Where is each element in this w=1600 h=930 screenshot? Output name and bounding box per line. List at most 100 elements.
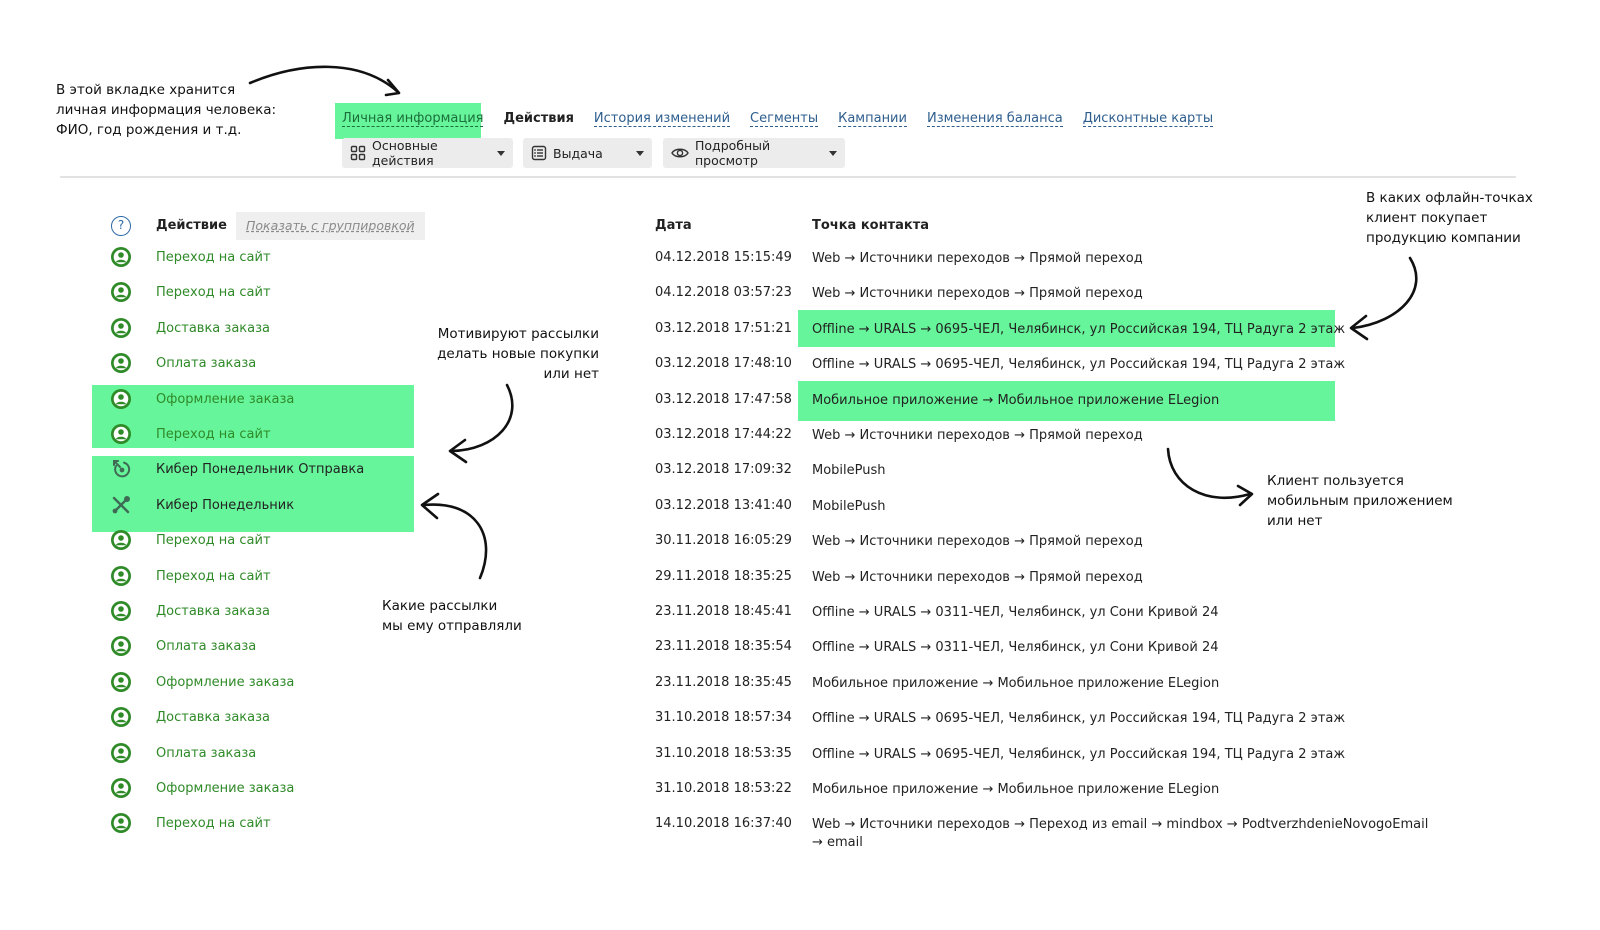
contact-point: Web → Источники переходов → Прямой перех… <box>812 534 1143 550</box>
contact-point: Web → Источники переходов → Прямой перех… <box>812 569 1143 585</box>
action-link[interactable]: Оформление заказа <box>156 675 294 690</box>
tools-icon <box>110 494 132 516</box>
action-link[interactable]: Оплата заказа <box>156 356 256 371</box>
chevron-down-icon <box>829 150 837 156</box>
table-row[interactable]: Кибер Понедельник Отправка 03.12.2018 17:… <box>0 452 1600 487</box>
action-link[interactable]: Оплата заказа <box>156 639 256 654</box>
action-link[interactable]: Кибер Понедельник Отправка <box>156 462 364 477</box>
user-icon <box>110 671 132 693</box>
user-icon <box>110 281 132 303</box>
action-link[interactable]: Переход на сайт <box>156 285 271 300</box>
main-actions-dropdown[interactable]: Основные действия <box>342 138 513 168</box>
user-icon <box>110 706 132 728</box>
output-dropdown[interactable]: Выдача <box>523 138 652 168</box>
user-icon <box>110 812 132 834</box>
tab-segments[interactable]: Сегменты <box>750 111 819 127</box>
action-link[interactable]: Кибер Понедельник <box>156 498 294 513</box>
tab-actions[interactable]: Действия <box>503 112 573 126</box>
action-link[interactable]: Переход на сайт <box>156 250 271 265</box>
action-date: 03.12.2018 13:41:40 <box>655 497 792 513</box>
table-row[interactable]: Оформление заказа 23.11.2018 18:35:45 Моби… <box>0 665 1600 700</box>
user-icon <box>110 600 132 622</box>
group-toggle-button[interactable]: Показать с группировкой <box>236 212 425 240</box>
user-icon <box>110 352 132 374</box>
user-icon <box>110 742 132 764</box>
user-icon <box>110 423 132 445</box>
column-header-contact-point: Точка контакта <box>812 218 930 233</box>
action-link[interactable]: Оформление заказа <box>156 392 294 407</box>
action-link[interactable]: Переход на сайт <box>156 427 271 442</box>
annotation-personal-info: В этой вкладке хранится личная информаци… <box>56 82 277 138</box>
table-row[interactable]: Переход на сайт 04.12.2018 03:57:23 Web → … <box>0 275 1600 310</box>
table-row[interactable]: Доставка заказа 23.11.2018 18:45:41 Offlin… <box>0 594 1600 629</box>
contact-point: Web → Источники переходов → Прямой перех… <box>812 286 1143 302</box>
table-row[interactable]: Оформление заказа 03.12.2018 17:47:58 Моби… <box>0 382 1600 417</box>
contact-point: Мобильное приложение → Мобильное приложе… <box>812 392 1220 408</box>
contact-point: Web → Источники переходов → Переход из e… <box>812 817 1429 851</box>
action-link[interactable]: Доставка заказа <box>156 321 270 336</box>
table-row[interactable]: Переход на сайт 14.10.2018 16:37:40 Web → … <box>0 806 1600 850</box>
action-link[interactable]: Оформление заказа <box>156 781 294 796</box>
user-icon <box>110 388 132 410</box>
contact-point: Offline → URALS → 0695-ЧЕЛ, Челябинск, у… <box>812 321 1346 337</box>
user-icon <box>110 777 132 799</box>
action-date: 04.12.2018 15:15:49 <box>655 250 792 265</box>
action-link[interactable]: Оплата заказа <box>156 746 256 761</box>
output-label: Выдача <box>553 145 603 161</box>
action-date: 04.12.2018 03:57:23 <box>655 285 792 301</box>
column-header-date: Дата <box>655 218 692 233</box>
table-row[interactable]: Оплата заказа 23.11.2018 18:35:54 Offline … <box>0 629 1600 664</box>
action-date: 29.11.2018 18:35:25 <box>655 568 792 584</box>
action-date: 30.11.2018 16:05:29 <box>655 533 792 549</box>
table-row[interactable]: Доставка заказа 03.12.2018 17:51:21 Offlin… <box>0 311 1600 346</box>
user-icon <box>110 529 132 551</box>
action-date: 14.10.2018 16:37:40 <box>655 816 792 832</box>
contact-point: Мобильное приложение → Мобильное приложе… <box>812 782 1220 797</box>
action-date: 03.12.2018 17:47:58 <box>655 391 792 407</box>
detailed-view-dropdown[interactable]: Подробный просмотр <box>663 138 845 168</box>
table-row[interactable]: Переход на сайт 30.11.2018 16:05:29 Web → … <box>0 523 1600 558</box>
contact-point: MobilePush <box>812 463 886 479</box>
tab-bar: Личная информация Действия История измен… <box>342 104 1233 134</box>
action-date: 23.11.2018 18:45:41 <box>655 604 792 619</box>
mailing-send-icon <box>110 458 132 480</box>
contact-point: Offline → URALS → 0695-ЧЕЛ, Челябинск, у… <box>812 746 1346 762</box>
chevron-down-icon <box>636 150 644 156</box>
chevron-down-icon <box>497 150 505 156</box>
contact-point: Offline → URALS → 0695-ЧЕЛ, Челябинск, у… <box>812 357 1346 373</box>
action-date: 31.10.2018 18:53:22 <box>655 781 792 796</box>
action-link[interactable]: Переход на сайт <box>156 533 271 548</box>
tab-balance-changes[interactable]: Изменения баланса <box>926 111 1063 127</box>
table-row[interactable]: Оплата заказа 31.10.2018 18:53:35 Offline … <box>0 736 1600 771</box>
table-row[interactable]: Оплата заказа 03.12.2018 17:48:10 Offline … <box>0 346 1600 381</box>
tab-change-history[interactable]: История изменений <box>593 111 731 127</box>
table-row[interactable]: Доставка заказа 31.10.2018 18:57:34 Offlin… <box>0 700 1600 735</box>
table-row[interactable]: Переход на сайт 29.11.2018 18:35:25 Web → … <box>0 559 1600 594</box>
action-date: 03.12.2018 17:09:32 <box>655 462 792 478</box>
grid-icon <box>350 145 366 161</box>
action-date: 03.12.2018 17:48:10 <box>655 356 792 372</box>
divider <box>60 176 1516 178</box>
eye-icon <box>671 148 689 158</box>
table-header: ? Действие Показать с группировкой Дата … <box>0 212 1600 240</box>
table-row[interactable]: Кибер Понедельник 03.12.2018 13:41:40 Mobi… <box>0 488 1600 523</box>
user-icon <box>110 246 132 268</box>
user-icon <box>110 317 132 339</box>
action-date: 31.10.2018 18:53:35 <box>655 745 792 761</box>
main-actions-label: Основные действия <box>372 138 438 168</box>
tab-personal-info[interactable]: Личная информация <box>342 111 484 127</box>
table-row[interactable]: Оформление заказа 31.10.2018 18:53:22 Моби… <box>0 771 1600 806</box>
table-row[interactable]: Переход на сайт 04.12.2018 15:15:49 Web → … <box>0 240 1600 275</box>
tab-discount-cards[interactable]: Дисконтные карты <box>1082 111 1214 127</box>
contact-point: Web → Источники переходов → Прямой перех… <box>812 428 1143 443</box>
contact-point: MobilePush <box>812 498 886 514</box>
table-row[interactable]: Переход на сайт 03.12.2018 17:44:22 Web → … <box>0 417 1600 452</box>
action-link[interactable]: Переход на сайт <box>156 569 271 584</box>
action-link[interactable]: Доставка заказа <box>156 710 270 725</box>
list-icon <box>531 145 547 161</box>
help-icon[interactable]: ? <box>111 216 131 236</box>
action-link[interactable]: Переход на сайт <box>156 816 271 831</box>
action-link[interactable]: Доставка заказа <box>156 604 270 619</box>
tab-campaigns[interactable]: Кампании <box>838 111 907 127</box>
user-icon <box>110 565 132 587</box>
